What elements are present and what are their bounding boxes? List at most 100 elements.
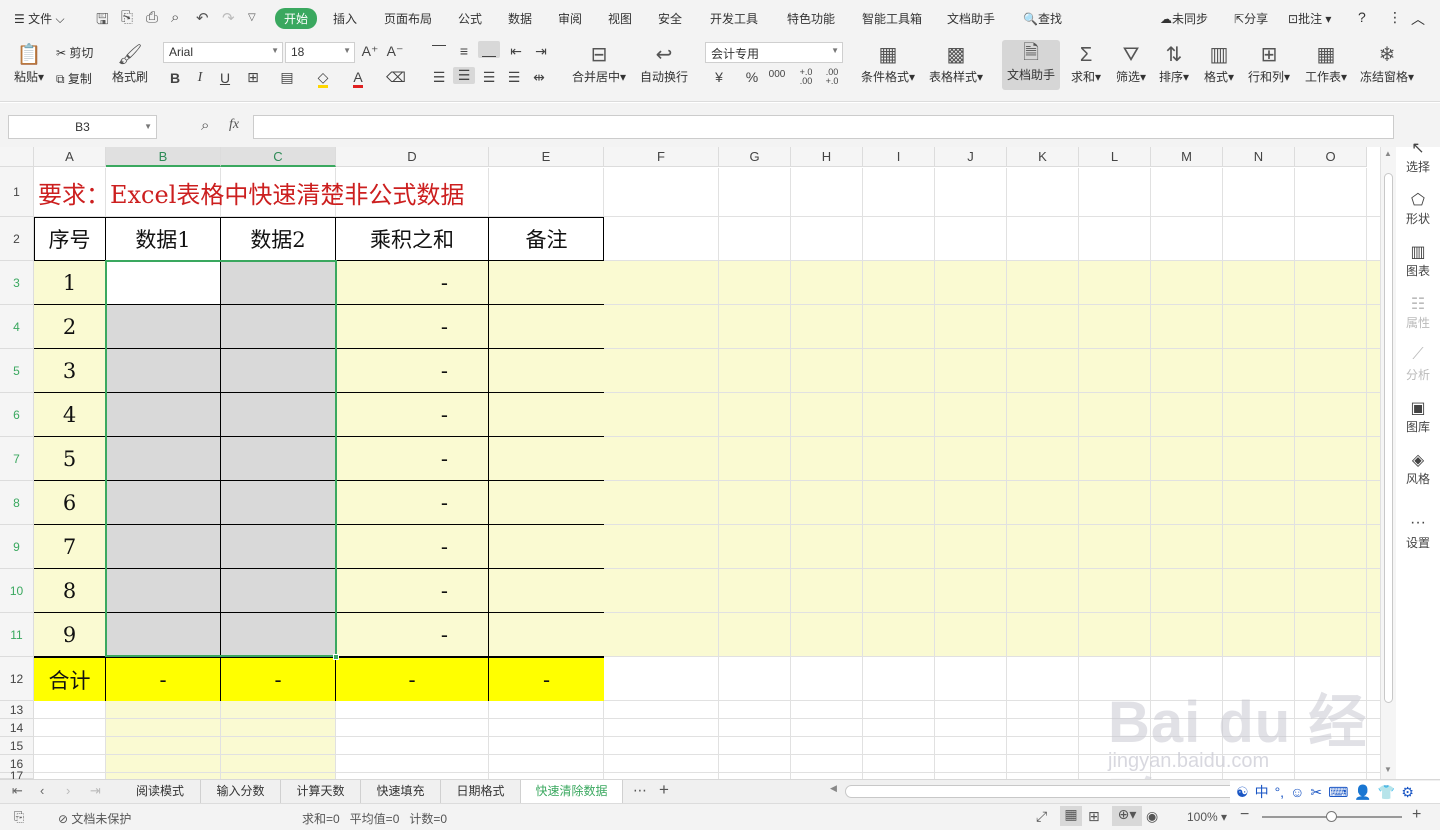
align-top-icon[interactable]: ⎺ [428, 43, 450, 60]
distributed-icon[interactable]: ⇹ [528, 69, 550, 86]
zoom-level[interactable]: 100% ▾ [1187, 810, 1227, 824]
column-header-k[interactable]: K [1007, 147, 1079, 167]
total-data1[interactable]: - [106, 657, 221, 701]
tab-home[interactable]: 开始 [275, 8, 318, 29]
tab-review[interactable]: 审阅 [558, 10, 582, 27]
cell-product-row-8[interactable]: - [336, 569, 489, 613]
more-sheets-icon[interactable]: ⋯ [633, 782, 647, 799]
number-format-select[interactable]: 会计专用 ▼ [705, 42, 843, 63]
font-size-select[interactable]: 18 ▼ [285, 42, 355, 63]
row-header-8[interactable]: 8 [0, 481, 34, 525]
cell-d2-row-6[interactable] [221, 481, 336, 525]
cell-seq-row-8[interactable]: 8 [34, 569, 106, 613]
sidebar-settings[interactable]: ··· 设置 [1400, 514, 1436, 551]
column-header-g[interactable]: G [719, 147, 791, 167]
format-painter-button[interactable]: 🖌 格式刷 [109, 42, 151, 85]
cell-seq-row-4[interactable]: 4 [34, 393, 106, 437]
search-button[interactable]: 🔍查找 [1023, 10, 1062, 27]
cell-note-row-7[interactable] [489, 525, 604, 569]
ime-logo-icon[interactable]: ☯ [1236, 784, 1249, 801]
row-header-14[interactable]: 14 [0, 719, 34, 737]
save-icon[interactable]: 🖫 [96, 9, 109, 34]
eye-protect-icon[interactable]: ◉ [1146, 808, 1158, 825]
row-header-3[interactable]: 3 [0, 261, 34, 305]
first-sheet-icon[interactable]: ⇤ [12, 783, 23, 799]
horizontal-scrollbar[interactable] [845, 785, 1240, 798]
name-box[interactable]: B3 ▼ [8, 115, 157, 139]
align-bottom-icon[interactable]: ⎽ [478, 41, 500, 58]
paste-button[interactable]: 📋 粘贴▾ [10, 42, 48, 85]
vertical-scrollbar[interactable]: ▲ ▼ [1380, 147, 1396, 779]
sheet-tab-6[interactable]: 快速清除数据 [521, 780, 623, 803]
cell-product-row-6[interactable]: - [336, 481, 489, 525]
cell-note-row-2[interactable] [489, 305, 604, 349]
comment-button[interactable]: ⊡批注 ▾ [1288, 10, 1331, 27]
row-header-1[interactable]: 1 [0, 167, 34, 217]
sidebar-analysis[interactable]: ⟋ 分析 [1400, 346, 1436, 383]
table-style-button[interactable]: ▩ 表格样式▾ [926, 42, 986, 85]
cell-d2-row-8[interactable] [221, 569, 336, 613]
total-label[interactable]: 合计 [34, 657, 106, 701]
cell-seq-row-5[interactable]: 5 [34, 437, 106, 481]
format-button[interactable]: ▥ 格式▾ [1201, 42, 1237, 85]
zoom-in-icon[interactable]: + [1412, 806, 1421, 824]
column-header-n[interactable]: N [1223, 147, 1295, 167]
sync-button[interactable]: ☁未同步 [1160, 10, 1208, 27]
increase-font-icon[interactable]: A⁺ [359, 43, 381, 60]
total-data2[interactable]: - [221, 657, 336, 701]
sheet-tab-1[interactable]: 阅读模式 [120, 780, 201, 803]
cell-d1-row-5[interactable] [106, 437, 221, 481]
decrease-font-icon[interactable]: A⁻ [384, 43, 406, 60]
tab-smart-toolbox[interactable]: 智能工具箱 [862, 10, 922, 27]
increase-decimal-button[interactable]: +.0 .00 [794, 68, 818, 86]
cell-note-row-4[interactable] [489, 393, 604, 437]
column-header-l[interactable]: L [1079, 147, 1151, 167]
tab-features[interactable]: 特色功能 [787, 10, 835, 27]
sidebar-shape[interactable]: ⬠ 形状 [1400, 190, 1436, 227]
select-all-corner[interactable] [0, 147, 34, 167]
tab-doc-assistant[interactable]: 文档助手 [947, 10, 995, 27]
cell-d2-row-7[interactable] [221, 525, 336, 569]
print-preview-icon[interactable]: ⌕ [171, 9, 179, 26]
tab-formulas[interactable]: 公式 [458, 10, 482, 27]
total-product[interactable]: - [336, 657, 489, 701]
sidebar-chart[interactable]: ▥ 图表 [1400, 242, 1436, 279]
sidebar-gallery[interactable]: ▣ 图库 [1400, 398, 1436, 435]
ime-settings-icon[interactable]: ⚙ [1401, 784, 1414, 801]
tab-data[interactable]: 数据 [508, 10, 532, 27]
next-sheet-icon[interactable]: › [66, 783, 70, 798]
cell-d1-row-4[interactable] [106, 393, 221, 437]
sort-button[interactable]: ⇅ 排序▾ [1156, 42, 1192, 85]
border-icon[interactable]: ⊞ [242, 69, 264, 86]
export-icon[interactable]: ⎘ [121, 9, 133, 26]
share-button[interactable]: ⇱分享 [1234, 10, 1268, 27]
print-icon[interactable]: ⎙ [146, 9, 158, 26]
redo-icon[interactable]: ↷ [222, 9, 235, 27]
cell-d1-row-3[interactable] [106, 349, 221, 393]
row-header-2[interactable]: 2 [0, 217, 34, 261]
cell-d2-row-3[interactable] [221, 349, 336, 393]
zoom-out-icon[interactable]: − [1240, 806, 1249, 824]
file-menu[interactable]: ☰ 文件 ⌵ [14, 10, 65, 27]
cell-note-row-6[interactable] [489, 481, 604, 525]
column-header-i[interactable]: I [863, 147, 935, 167]
fill-color-icon[interactable]: ◇ [312, 69, 334, 88]
tab-security[interactable]: 安全 [658, 10, 682, 27]
cell-d1-row-6[interactable] [106, 481, 221, 525]
row-header-9[interactable]: 9 [0, 525, 34, 569]
align-middle-icon[interactable]: ≡ [453, 43, 475, 59]
row-header-15[interactable]: 15 [0, 737, 34, 755]
cell-d1-row-7[interactable] [106, 525, 221, 569]
zoom-search-icon[interactable]: ⌕ [201, 117, 209, 134]
fx-button[interactable]: fx [229, 117, 239, 133]
column-header-m[interactable]: M [1151, 147, 1223, 167]
row-header-5[interactable]: 5 [0, 349, 34, 393]
cell-d1-row-1[interactable] [106, 261, 221, 305]
column-header-o[interactable]: O [1295, 147, 1367, 167]
scroll-left-icon[interactable]: ◀ [830, 783, 837, 794]
sheet-tab-5[interactable]: 日期格式 [441, 780, 521, 803]
percent-button[interactable]: % [741, 69, 763, 85]
last-sheet-icon[interactable]: ⇥ [90, 783, 101, 799]
column-header-h[interactable]: H [791, 147, 863, 167]
column-header-a[interactable]: A [34, 147, 106, 167]
